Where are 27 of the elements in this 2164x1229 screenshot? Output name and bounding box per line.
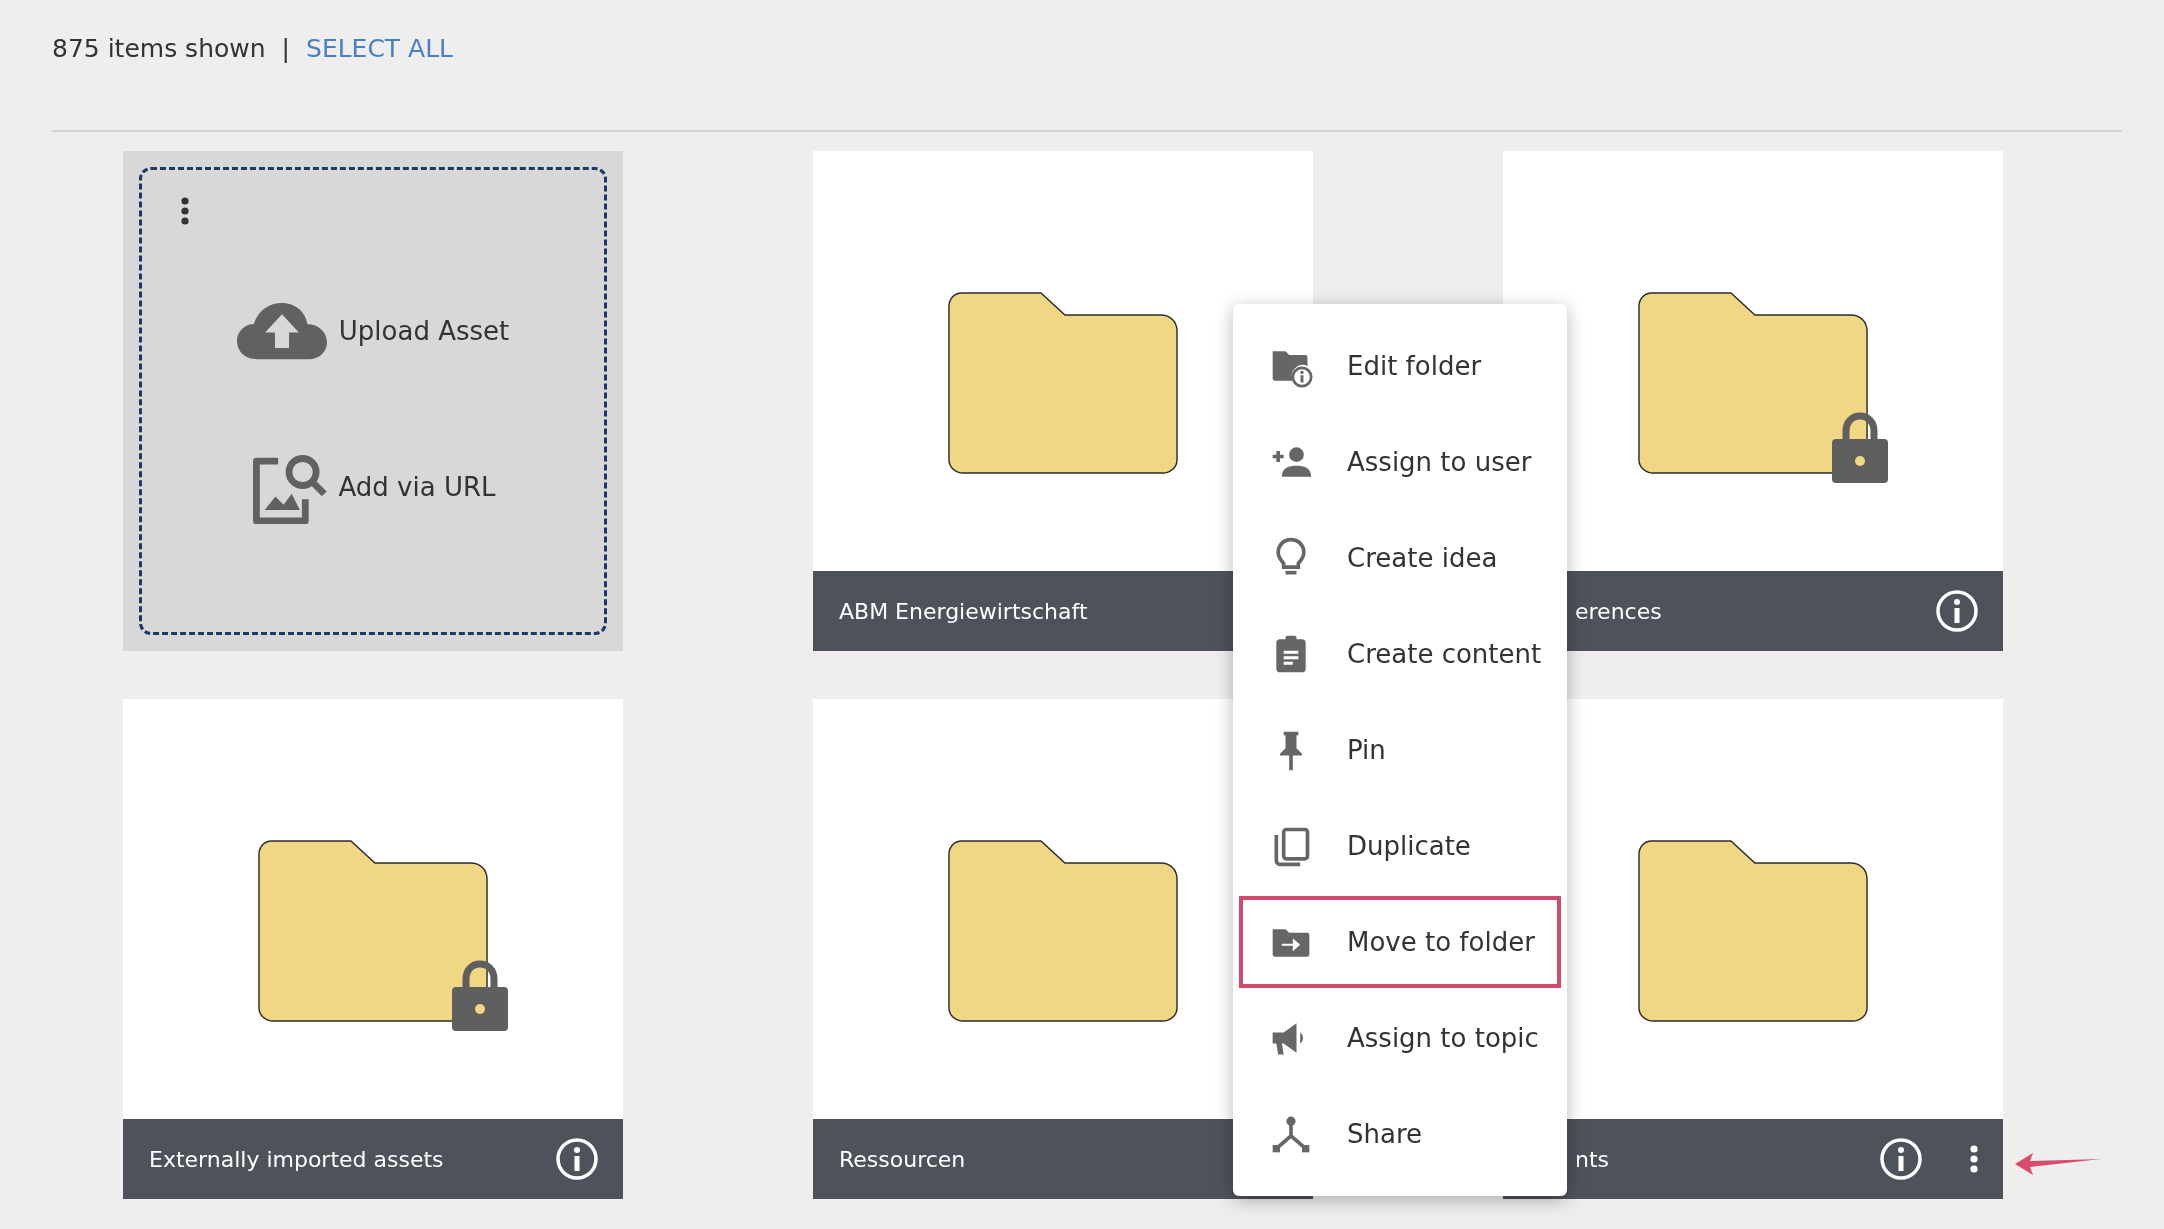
- menu-item[interactable]: Pin: [1239, 704, 1561, 796]
- items-count: 875 items shown: [52, 33, 266, 63]
- separator-text: |: [281, 33, 290, 63]
- folder-name: nts: [1575, 1146, 1611, 1172]
- cloud-upload-icon[interactable]: [236, 302, 327, 360]
- more-options-icon[interactable]: [180, 195, 190, 227]
- info-icon[interactable]: [1879, 1137, 1923, 1181]
- menu-item[interactable]: Assign to user: [1239, 416, 1561, 508]
- folder-name: Ressourcen: [839, 1146, 967, 1172]
- menu-item[interactable]: Assign to topic: [1239, 992, 1561, 1084]
- select-all-link[interactable]: SELECT ALL: [306, 33, 454, 63]
- more-options-icon[interactable]: [1969, 1143, 1979, 1175]
- menu-item[interactable]: Duplicate: [1239, 800, 1561, 892]
- lock-icon: [1832, 411, 1888, 483]
- add-via-url-label[interactable]: Add via URL: [338, 472, 496, 502]
- lock-icon: [452, 959, 508, 1031]
- info-icon[interactable]: [555, 1137, 599, 1181]
- info-icon[interactable]: [1935, 589, 1979, 633]
- folder-name: ABM Energiewirtschaft: [839, 598, 1089, 624]
- folder-name: erences: [1575, 598, 1663, 624]
- menu-item[interactable]: Share: [1239, 1088, 1561, 1180]
- menu-item[interactable]: Move to folder: [1239, 896, 1561, 988]
- menu-item[interactable]: Create idea: [1239, 512, 1561, 604]
- menu-item[interactable]: Create content: [1239, 608, 1561, 700]
- menu-item[interactable]: Edit folder: [1239, 320, 1561, 412]
- folder-name: Externally imported assets: [149, 1146, 445, 1172]
- upload-asset-label[interactable]: Upload Asset: [338, 316, 510, 346]
